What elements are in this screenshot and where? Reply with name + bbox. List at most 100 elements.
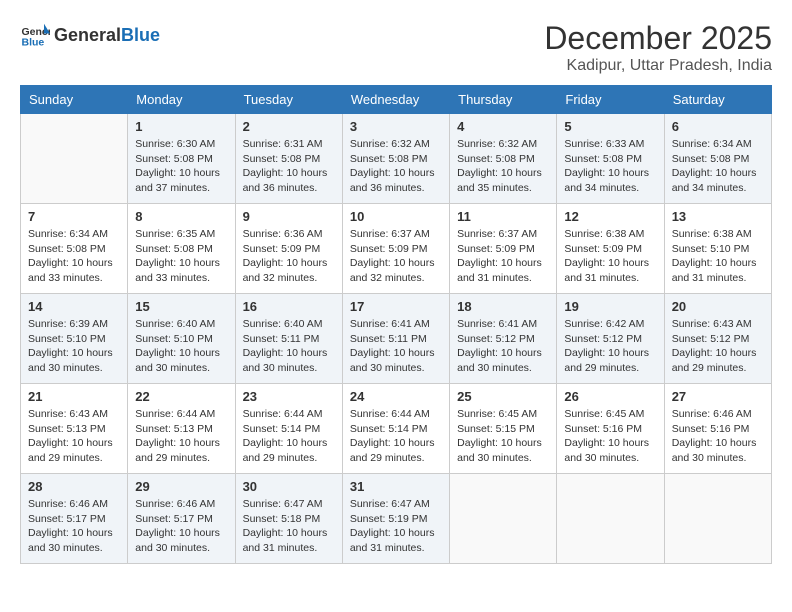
day-number: 20 xyxy=(672,299,764,314)
cell-info: Sunrise: 6:44 AMSunset: 5:14 PMDaylight:… xyxy=(350,407,442,466)
cell-info: Sunrise: 6:38 AMSunset: 5:10 PMDaylight:… xyxy=(672,227,764,286)
cell-info: Sunrise: 6:46 AMSunset: 5:17 PMDaylight:… xyxy=(28,497,120,556)
day-number: 24 xyxy=(350,389,442,404)
day-number: 15 xyxy=(135,299,227,314)
cell-info: Sunrise: 6:30 AMSunset: 5:08 PMDaylight:… xyxy=(135,137,227,196)
day-number: 14 xyxy=(28,299,120,314)
weekday-header-saturday: Saturday xyxy=(664,86,771,114)
day-number: 11 xyxy=(457,209,549,224)
calendar-cell xyxy=(21,114,128,204)
day-number: 7 xyxy=(28,209,120,224)
calendar-week-row: 1 Sunrise: 6:30 AMSunset: 5:08 PMDaylight… xyxy=(21,114,772,204)
calendar-cell: 30 Sunrise: 6:47 AMSunset: 5:18 PMDayligh… xyxy=(235,474,342,564)
calendar-cell xyxy=(557,474,664,564)
cell-info: Sunrise: 6:45 AMSunset: 5:16 PMDaylight:… xyxy=(564,407,656,466)
cell-info: Sunrise: 6:46 AMSunset: 5:16 PMDaylight:… xyxy=(672,407,764,466)
calendar-cell: 18 Sunrise: 6:41 AMSunset: 5:12 PMDayligh… xyxy=(450,294,557,384)
calendar-cell: 25 Sunrise: 6:45 AMSunset: 5:15 PMDayligh… xyxy=(450,384,557,474)
weekday-header-wednesday: Wednesday xyxy=(342,86,449,114)
calendar-cell: 12 Sunrise: 6:38 AMSunset: 5:09 PMDayligh… xyxy=(557,204,664,294)
calendar-cell: 5 Sunrise: 6:33 AMSunset: 5:08 PMDaylight… xyxy=(557,114,664,204)
logo-blue-text: Blue xyxy=(121,25,160,45)
day-number: 3 xyxy=(350,119,442,134)
calendar-cell: 29Sunrise: 6:46 AMSunset: 5:17 PMDayligh… xyxy=(128,474,235,564)
weekday-header-friday: Friday xyxy=(557,86,664,114)
day-number: 25 xyxy=(457,389,549,404)
cell-info: Sunrise: 6:40 AMSunset: 5:11 PMDaylight:… xyxy=(243,317,335,376)
calendar-cell: 19 Sunrise: 6:42 AMSunset: 5:12 PMDayligh… xyxy=(557,294,664,384)
calendar-cell: 24 Sunrise: 6:44 AMSunset: 5:14 PMDayligh… xyxy=(342,384,449,474)
day-number: 9 xyxy=(243,209,335,224)
cell-info: Sunrise: 6:35 AMSunset: 5:08 PMDaylight:… xyxy=(135,227,227,286)
calendar-week-row: 14 Sunrise: 6:39 AMSunset: 5:10 PMDayligh… xyxy=(21,294,772,384)
logo-general-text: General xyxy=(54,25,121,45)
cell-info: Sunrise: 6:44 AMSunset: 5:14 PMDaylight:… xyxy=(243,407,335,466)
cell-info: Sunrise: 6:47 AMSunset: 5:18 PMDaylight:… xyxy=(243,497,335,556)
weekday-header-sunday: Sunday xyxy=(21,86,128,114)
cell-info: Sunrise: 6:33 AMSunset: 5:08 PMDaylight:… xyxy=(564,137,656,196)
cell-info: Sunrise: 6:47 AMSunset: 5:19 PMDaylight:… xyxy=(350,497,442,556)
calendar-cell: 7 Sunrise: 6:34 AMSunset: 5:08 PMDaylight… xyxy=(21,204,128,294)
cell-info: Sunrise: 6:36 AMSunset: 5:09 PMDaylight:… xyxy=(243,227,335,286)
cell-info: Sunrise: 6:45 AMSunset: 5:15 PMDaylight:… xyxy=(457,407,549,466)
day-number: 8 xyxy=(135,209,227,224)
day-number: 17 xyxy=(350,299,442,314)
calendar-cell: 11Sunrise: 6:37 AMSunset: 5:09 PMDayligh… xyxy=(450,204,557,294)
svg-text:Blue: Blue xyxy=(22,37,45,49)
cell-info: Sunrise: 6:43 AMSunset: 5:13 PMDaylight:… xyxy=(28,407,120,466)
day-number: 2 xyxy=(243,119,335,134)
calendar-cell: 1 Sunrise: 6:30 AMSunset: 5:08 PMDaylight… xyxy=(128,114,235,204)
cell-info: Sunrise: 6:37 AMSunset: 5:09 PMDaylight:… xyxy=(350,227,442,286)
cell-info: Sunrise: 6:34 AMSunset: 5:08 PMDaylight:… xyxy=(28,227,120,286)
logo: General Blue GeneralBlue xyxy=(20,20,160,50)
calendar-cell: 15Sunrise: 6:40 AMSunset: 5:10 PMDayligh… xyxy=(128,294,235,384)
day-number: 22 xyxy=(135,389,227,404)
day-number: 12 xyxy=(564,209,656,224)
location-title: Kadipur, Uttar Pradesh, India xyxy=(544,57,772,75)
calendar-cell: 26Sunrise: 6:45 AMSunset: 5:16 PMDayligh… xyxy=(557,384,664,474)
day-number: 10 xyxy=(350,209,442,224)
calendar-cell: 6 Sunrise: 6:34 AMSunset: 5:08 PMDaylight… xyxy=(664,114,771,204)
calendar-cell: 3 Sunrise: 6:32 AMSunset: 5:08 PMDaylight… xyxy=(342,114,449,204)
month-title: December 2025 xyxy=(544,20,772,57)
calendar-cell: 14 Sunrise: 6:39 AMSunset: 5:10 PMDayligh… xyxy=(21,294,128,384)
day-number: 19 xyxy=(564,299,656,314)
day-number: 27 xyxy=(672,389,764,404)
day-number: 1 xyxy=(135,119,227,134)
calendar-cell: 20Sunrise: 6:43 AMSunset: 5:12 PMDayligh… xyxy=(664,294,771,384)
cell-info: Sunrise: 6:38 AMSunset: 5:09 PMDaylight:… xyxy=(564,227,656,286)
calendar-cell: 23 Sunrise: 6:44 AMSunset: 5:14 PMDayligh… xyxy=(235,384,342,474)
calendar-cell: 9 Sunrise: 6:36 AMSunset: 5:09 PMDaylight… xyxy=(235,204,342,294)
day-number: 21 xyxy=(28,389,120,404)
day-number: 23 xyxy=(243,389,335,404)
day-number: 5 xyxy=(564,119,656,134)
cell-info: Sunrise: 6:31 AMSunset: 5:08 PMDaylight:… xyxy=(243,137,335,196)
calendar-cell: 31 Sunrise: 6:47 AMSunset: 5:19 PMDayligh… xyxy=(342,474,449,564)
cell-info: Sunrise: 6:41 AMSunset: 5:12 PMDaylight:… xyxy=(457,317,549,376)
logo-icon: General Blue xyxy=(20,20,50,50)
calendar-cell: 17 Sunrise: 6:41 AMSunset: 5:11 PMDayligh… xyxy=(342,294,449,384)
day-number: 18 xyxy=(457,299,549,314)
day-number: 30 xyxy=(243,479,335,494)
weekday-header-monday: Monday xyxy=(128,86,235,114)
cell-info: Sunrise: 6:32 AMSunset: 5:08 PMDaylight:… xyxy=(350,137,442,196)
day-number: 16 xyxy=(243,299,335,314)
weekday-header-row: SundayMondayTuesdayWednesdayThursdayFrid… xyxy=(21,86,772,114)
cell-info: Sunrise: 6:32 AMSunset: 5:08 PMDaylight:… xyxy=(457,137,549,196)
day-number: 4 xyxy=(457,119,549,134)
day-number: 28 xyxy=(28,479,120,494)
cell-info: Sunrise: 6:44 AMSunset: 5:13 PMDaylight:… xyxy=(135,407,227,466)
calendar-cell: 10 Sunrise: 6:37 AMSunset: 5:09 PMDayligh… xyxy=(342,204,449,294)
day-number: 6 xyxy=(672,119,764,134)
day-number: 31 xyxy=(350,479,442,494)
weekday-header-thursday: Thursday xyxy=(450,86,557,114)
title-area: December 2025 Kadipur, Uttar Pradesh, In… xyxy=(544,20,772,75)
cell-info: Sunrise: 6:42 AMSunset: 5:12 PMDaylight:… xyxy=(564,317,656,376)
calendar-week-row: 28 Sunrise: 6:46 AMSunset: 5:17 PMDayligh… xyxy=(21,474,772,564)
cell-info: Sunrise: 6:39 AMSunset: 5:10 PMDaylight:… xyxy=(28,317,120,376)
calendar-week-row: 7 Sunrise: 6:34 AMSunset: 5:08 PMDaylight… xyxy=(21,204,772,294)
calendar-cell: 8 Sunrise: 6:35 AMSunset: 5:08 PMDaylight… xyxy=(128,204,235,294)
cell-info: Sunrise: 6:41 AMSunset: 5:11 PMDaylight:… xyxy=(350,317,442,376)
calendar-cell xyxy=(664,474,771,564)
cell-info: Sunrise: 6:34 AMSunset: 5:08 PMDaylight:… xyxy=(672,137,764,196)
